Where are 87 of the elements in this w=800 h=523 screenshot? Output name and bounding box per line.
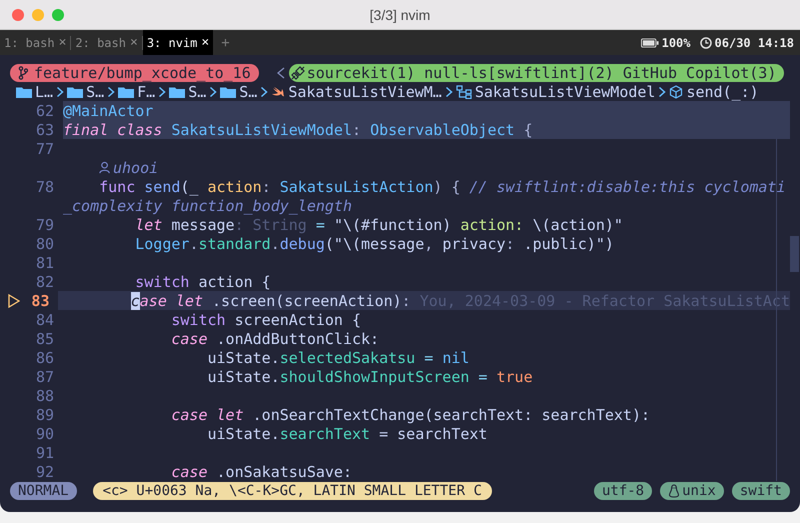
line-number: 91 [36,444,54,462]
line-number: 78 [36,178,54,196]
folder-icon [16,86,32,98]
code-line: switch action { [134,272,271,290]
clock-icon [700,36,712,48]
line-number: 62 [36,102,54,120]
folder-icon [169,86,186,98]
scrollbar-thumb[interactable] [790,236,799,272]
bird-icon [271,84,286,98]
cube-icon [669,84,684,98]
battery-level: 100% [662,36,691,50]
line-number: 90 [36,424,54,442]
breadcrumb-chevron-icon [209,86,218,98]
close-window-button[interactable] [12,8,24,20]
code-line: _complexity function_body_length [63,196,352,214]
line-number: 84 [36,310,54,328]
branch-name: feature/bump_xcode_to_16 [34,64,251,82]
encoding-indicator: utf-8 [594,482,652,500]
line-number: 92 [36,462,54,480]
breadcrumb-item[interactable]: SakatsuListViewM… [288,82,442,100]
breadcrumb-item[interactable]: S… [188,82,206,100]
folder-icon [118,86,134,98]
close-tab-button[interactable]: × [58,35,66,50]
person-icon [99,161,112,174]
code-line: uiState.selectedSakatsu = nil [206,348,470,366]
breadcrumb-chevron-icon [56,86,64,98]
breadcrumb-item[interactable]: S… [86,82,104,100]
line-number: 82 [36,272,54,290]
code-line: case let .screen(screenAction): [130,292,411,310]
tab-label: 3: nvim [146,36,198,50]
close-tab-button[interactable]: × [201,35,210,50]
penguin-icon [668,484,680,498]
line-number: 89 [36,406,54,424]
code-line: func send(_ action: SakatsuListAction) { // swiftlint:disable:this cyclomati [98,178,786,196]
terminal-tab[interactable]: 2: bash × [71,30,142,55]
zoom-window-button[interactable] [52,8,64,20]
code-line: @MainActor [63,102,154,120]
character-info: <c> U+0063 Na, \<C-K>GC, LATIN SMALL LETTER C [92,482,492,500]
breadcrumb-item[interactable]: SakatsuListViewModel [474,82,656,100]
code-line: final class SakatsuListViewModel: ObservableObject { [63,120,533,138]
git-branch-icon [18,66,28,80]
plug-icon [290,66,305,80]
battery-icon [640,38,659,48]
class-hierarchy-icon [456,84,472,98]
line-number: 77 [36,140,54,158]
tab-label: 2: bash [75,36,126,50]
breadcrumb-item[interactable]: S… [239,82,258,100]
code-line: let message: String = "\(#function) action: \(action)" [134,216,623,234]
file-format-indicator: unix [660,482,724,500]
code-line: case let .onSearchTextChange(searchText: searchText): [170,406,650,424]
code-line: case .onSakatsuSave: [170,462,352,480]
breadcrumb-chevron-icon [158,86,166,98]
line-number: 85 [36,330,54,348]
close-tab-button[interactable]: × [130,35,138,50]
line-number: 87 [36,368,54,386]
window-title: [3/3] nvim [370,6,430,22]
breadcrumb-chevron-icon [107,86,116,98]
folder-icon [220,86,236,98]
line-number: 63 [36,120,54,138]
line-number: 81 [36,254,54,272]
breadcrumb-item[interactable]: send(_:) [686,82,759,100]
lsp-clients: sourcekit(1) null-ls[swiftlint](2) GitHub Copilot(3) [306,64,776,82]
separator-chevron-icon [276,66,285,80]
author-lens: uhooi [113,158,158,176]
breadcrumb-item[interactable]: F… [137,82,156,100]
code-line: switch screenAction { [170,310,362,328]
line-number: 83 [31,292,50,310]
breadcrumb-chevron-icon [658,86,666,98]
line-number: 86 [36,348,54,366]
breadcrumb-item[interactable]: L… [35,82,54,100]
code-line: Logger.standard.debug("\(message, privacy: .public)") [134,234,614,252]
line-number: 80 [36,234,54,252]
code-line: case .onAddButtonClick: [170,330,380,348]
minimize-window-button[interactable] [32,8,44,20]
code-line: uiState.shouldShowInputScreen = true [206,368,533,386]
code-line: uiState.searchText = searchText [206,424,488,442]
breadcrumb-chevron-icon [444,86,453,98]
terminal-tab[interactable]: 3: nvim × [142,30,214,55]
breadcrumb-chevron-icon [260,86,268,98]
mode-indicator: NORMAL [10,482,77,500]
folder-icon [67,86,84,98]
line-number: 79 [36,216,54,234]
line-number: 88 [36,386,54,404]
tab-label: 1: bash [4,36,55,50]
clock-text: 06/30 14:18 [714,36,794,50]
filetype-indicator: swift [732,482,790,500]
terminal-tab[interactable]: 1: bash × [0,30,70,55]
